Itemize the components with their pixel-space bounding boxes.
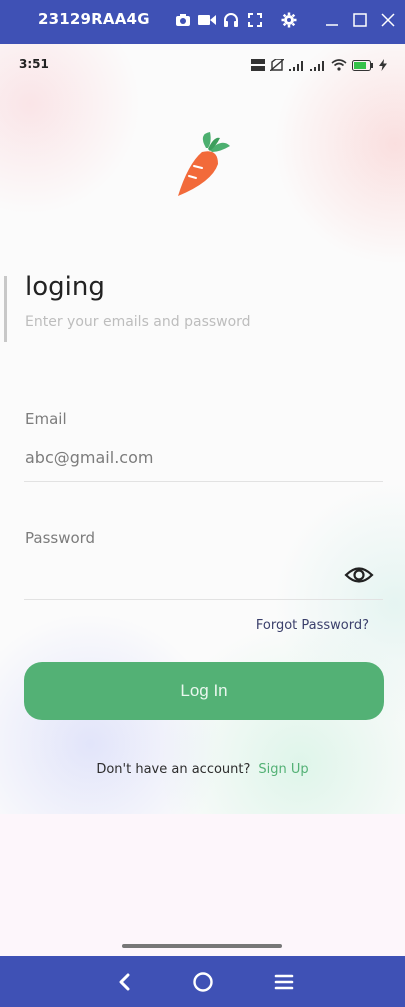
home-indicator	[122, 944, 282, 948]
menu-icon[interactable]	[270, 968, 298, 996]
signal-icon	[310, 56, 326, 75]
eye-icon[interactable]	[344, 562, 374, 588]
signup-row: Don't have an account? Sign Up	[0, 762, 405, 777]
email-field[interactable]: abc@gmail.com	[25, 448, 153, 467]
password-field[interactable]	[25, 564, 335, 590]
email-label: Email	[25, 410, 67, 428]
navigation-bar	[0, 956, 405, 1007]
home-icon[interactable]	[189, 968, 217, 996]
signup-prompt: Don't have an account?	[96, 762, 251, 777]
device-name: 23129RAA4G	[38, 10, 150, 28]
email-underline	[24, 481, 383, 482]
back-icon[interactable]	[110, 968, 138, 996]
window-controls	[323, 9, 397, 31]
status-time: 3:51	[19, 57, 49, 71]
password-label: Password	[25, 529, 96, 547]
title-accent-bar	[4, 276, 7, 342]
camera-icon[interactable]	[174, 10, 192, 30]
battery-icon	[352, 56, 374, 75]
carrot-icon	[172, 130, 234, 200]
page-subtitle: Enter your emails and password	[25, 314, 251, 330]
emulator-title-bar: 23129RAA4G	[0, 0, 405, 44]
close-icon[interactable]	[379, 9, 397, 31]
charging-icon	[379, 56, 387, 75]
data-speed-icon	[251, 56, 265, 75]
minimize-icon[interactable]	[323, 9, 341, 31]
forgot-password-link[interactable]: Forgot Password?	[256, 618, 369, 633]
video-icon[interactable]	[198, 10, 216, 30]
headset-icon[interactable]	[222, 10, 240, 30]
status-icons	[251, 56, 387, 75]
fullscreen-icon[interactable]	[246, 10, 264, 30]
wifi-icon	[331, 56, 347, 75]
sim-off-icon	[269, 56, 285, 75]
phone-screen: 3:51 loging Enter your emails and passwo…	[0, 44, 405, 956]
password-underline	[24, 599, 383, 600]
page-title: loging	[25, 272, 105, 302]
login-button[interactable]: Log In	[24, 662, 384, 720]
status-bar: 3:51	[0, 44, 405, 84]
signal-icon	[289, 56, 305, 75]
settings-icon[interactable]	[280, 10, 298, 30]
signup-link[interactable]: Sign Up	[258, 762, 308, 777]
maximize-icon[interactable]	[351, 9, 369, 31]
emulator-toolbar	[174, 10, 298, 30]
